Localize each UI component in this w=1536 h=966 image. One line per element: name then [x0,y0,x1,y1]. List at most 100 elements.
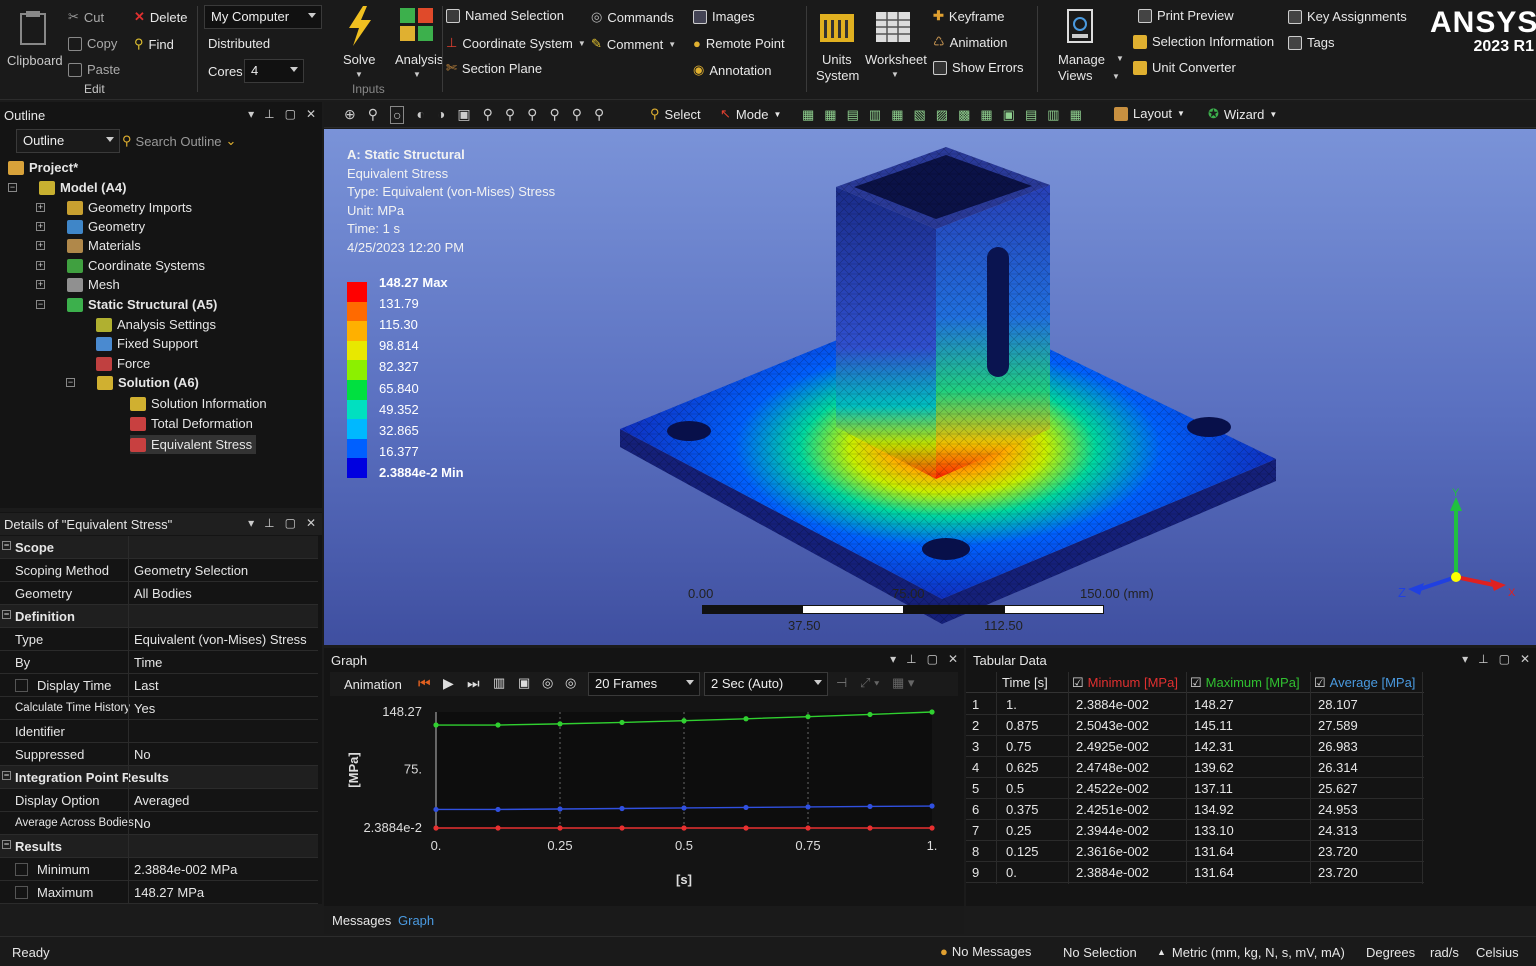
key-assignments-button[interactable]: Key Assignments [1288,9,1407,24]
pin-graph-icon[interactable]: ⊣ [836,675,847,691]
result-sets-icon[interactable]: ▣ [518,675,530,691]
tree-item[interactable]: + Geometry [36,217,145,236]
outline-search[interactable]: ⚲ Search Outline ⌄ [122,129,254,153]
hide-icon[interactable]: ▥ [1047,107,1059,123]
tree-item[interactable]: Total Deformation [130,414,253,433]
zoom-out-icon[interactable]: ⚲ [505,106,515,124]
details-value[interactable]: No [134,747,151,762]
details-value[interactable]: 148.27 MPa [134,885,204,900]
parameter-checkbox[interactable] [15,863,28,876]
zoom-fit-icon[interactable]: ⚲ [549,106,559,124]
select-point-icon[interactable]: ○ [390,106,405,124]
table-row[interactable]: 6 0.375 2.4251e-002 134.92 24.953 [966,799,1424,820]
last-frame-icon[interactable]: ⏭ [467,675,480,692]
checkbox-icon[interactable]: ☑ [1190,675,1202,690]
wizard-button[interactable]: ✪ Wizard ▼ [1208,106,1277,122]
details-section[interactable]: − Scope [0,536,318,559]
show-errors-button[interactable]: Show Errors [933,60,1024,75]
search-icon[interactable]: ⚲ [368,106,378,124]
expand-icon[interactable]: + [36,222,45,231]
parameter-checkbox[interactable] [15,886,28,899]
collapse-icon[interactable]: − [2,610,11,619]
clipboard-sel-icon[interactable]: ▣ [1003,107,1015,123]
units-system-button[interactable]: Units System [814,4,860,94]
details-value[interactable]: No [134,816,151,831]
tab-messages[interactable]: Messages [332,913,391,928]
details-row[interactable]: Average Across Bodies No [0,812,318,835]
tree-item[interactable]: Solution Information [130,394,267,413]
select-button[interactable]: ⚲ Select [650,106,701,122]
clipboard-button[interactable]: Clipboard [7,8,63,72]
tree-item[interactable]: + Materials [36,236,141,255]
expand-icon[interactable]: + [36,280,45,289]
details-value[interactable]: All Bodies [134,586,192,601]
tree-item[interactable]: Equivalent Stress [130,435,257,454]
walls-icon[interactable]: ▦ [980,107,992,123]
outline-search-input[interactable]: Search Outline [136,134,222,149]
named-selection-button[interactable]: Named Selection [446,8,564,23]
details-row[interactable]: By Time [0,651,318,674]
table-row[interactable]: 4 0.625 2.4748e-002 139.62 26.314 [966,757,1424,778]
details-value[interactable]: Time [134,655,162,670]
solve-button[interactable]: Solve ▼ [340,4,380,80]
mode-button[interactable]: ↖ Mode ▼ [720,106,781,122]
details-row[interactable]: Maximum 148.27 MPa [0,881,318,904]
details-value[interactable]: Equivalent (von-Mises) Stress [134,632,307,647]
details-row[interactable]: Calculate Time History Yes [0,697,318,720]
worksheet-button[interactable]: Worksheet ▼ [864,4,927,94]
unit-converter-button[interactable]: Unit Converter [1133,60,1236,75]
table-row[interactable]: 3 0.75 2.4925e-002 142.31 26.983 [966,736,1424,757]
zoom-prev-icon[interactable]: ⚲ [572,106,582,124]
animation-button[interactable]: ♺ Animation [933,34,1007,50]
adjacent-icon[interactable]: ▦ [824,107,836,123]
details-value[interactable]: Yes [134,701,155,716]
collapse-icon[interactable]: − [2,840,11,849]
details-row[interactable]: Display Time Last [0,674,318,697]
tree-item[interactable]: − Solution (A6) [66,373,199,392]
speed-select[interactable]: 2 Sec (Auto) [704,672,828,696]
expand-icon[interactable]: + [36,203,45,212]
column-header[interactable]: ☑ Average [MPa] [1314,675,1415,691]
distributed-toggle[interactable]: Distributed [208,36,270,51]
paste-button[interactable]: Paste [68,62,120,77]
checkbox-icon[interactable]: ☑ [1314,675,1326,690]
show-icon[interactable]: ▤ [1025,107,1037,123]
column-header[interactable]: ☑ Maximum [MPa] [1190,675,1300,691]
delete-button[interactable]: ✕ Delete [134,9,187,25]
sizing-icon[interactable]: ▨ [936,107,948,123]
cores-select[interactable]: 4 [244,59,304,83]
zoom-next-icon[interactable]: ⚲ [594,106,604,124]
close-icon[interactable]: ✕ [1520,652,1530,666]
pin-icon[interactable]: ⊥ [906,652,916,666]
analysis-button[interactable]: Analysis ▼ [394,4,443,80]
column-header[interactable]: Time [s] [1002,675,1048,690]
remote-point-button[interactable]: ● Remote Point [693,36,785,51]
select-edge-icon[interactable]: ◑ [437,106,445,124]
commands-button[interactable]: ◎ Commands [591,9,674,25]
comment-button[interactable]: ✎ Comment ▼ [591,36,676,52]
zoom-box-icon[interactable]: ⚲ [527,106,537,124]
graphics-viewport[interactable]: A: Static Structural Equivalent Stress Typ… [324,129,1536,645]
table-row[interactable]: 7 0.25 2.3944e-002 133.10 24.313 [966,820,1424,841]
pin-icon[interactable]: ⊥ [264,516,274,530]
details-row[interactable]: Suppressed No [0,743,318,766]
details-section[interactable]: − Results [0,835,318,858]
tree-item[interactable]: + Mesh [36,275,120,294]
tags-button[interactable]: Tags [1288,35,1334,50]
close-icon[interactable]: ✕ [306,516,316,530]
tangent-icon[interactable]: ▦ [891,107,903,123]
table-row[interactable]: 9 0. 2.3884e-002 131.64 23.720 [966,862,1424,883]
find-button[interactable]: ⚲ Find [134,36,174,52]
tab-graph[interactable]: Graph [398,913,434,928]
expand-icon[interactable]: ▥ [869,107,881,123]
tree-item[interactable]: + Coordinate Systems [36,256,205,275]
pin-icon[interactable]: ⊥ [264,107,274,121]
tree-item[interactable]: − Static Structural (A5) [36,295,217,314]
tree-item[interactable]: Fixed Support [96,334,198,353]
details-value[interactable]: 2.3884e-002 MPa [134,862,237,877]
section-plane-button[interactable]: ✄ Section Plane [446,60,542,76]
chart-options-icon[interactable]: ⤢ ▾ [860,675,879,691]
maximize-icon[interactable]: ▢ [1499,652,1510,666]
copy-button[interactable]: Copy [68,36,117,51]
table-row[interactable]: 2 0.875 2.5043e-002 145.11 27.589 [966,715,1424,736]
